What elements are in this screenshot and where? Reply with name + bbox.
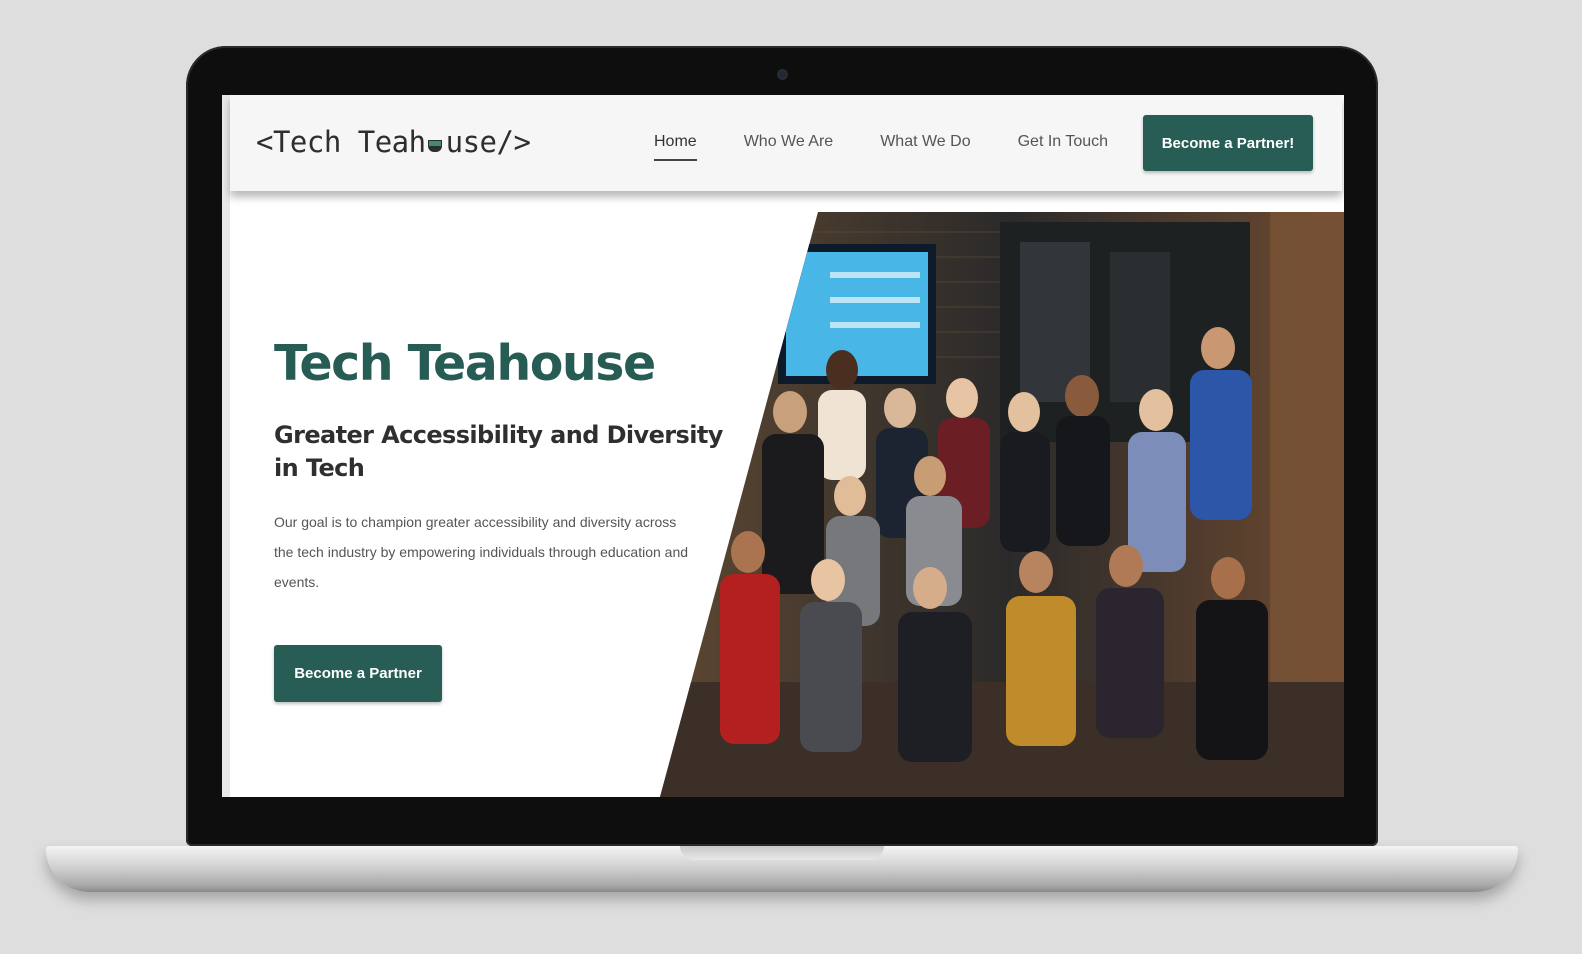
- main-nav: Home Who We Are What We Do Get In Touch: [654, 133, 1155, 161]
- hero-group-photo: [660, 212, 1344, 797]
- hero-title: Tech Teahouse: [274, 335, 656, 392]
- become-partner-hero-button[interactable]: Become a Partner: [274, 645, 442, 702]
- site-header: <Tech Teah use/> Home Who We Are What We…: [230, 95, 1342, 191]
- nav-home[interactable]: Home: [654, 133, 697, 161]
- nav-get-in-touch[interactable]: Get In Touch: [1018, 133, 1108, 157]
- logo-text-start: <Tech Teah: [256, 125, 426, 159]
- webcam-icon: [777, 69, 788, 80]
- teacup-icon: [427, 140, 442, 152]
- laptop-base-notch: [680, 846, 884, 860]
- logo-text-end: use/>: [445, 125, 531, 159]
- nav-who-we-are[interactable]: Who We Are: [744, 133, 834, 157]
- hero-description: Our goal is to champion greater accessib…: [274, 514, 689, 590]
- site-logo[interactable]: <Tech Teah use/>: [256, 125, 531, 159]
- nav-what-we-do[interactable]: What We Do: [880, 133, 970, 157]
- browser-screen: <Tech Teah use/> Home Who We Are What We…: [222, 95, 1344, 797]
- hero-subtitle: Greater Accessibility and Diversity in T…: [274, 421, 723, 482]
- screen-edge: [222, 95, 230, 797]
- become-partner-header-button[interactable]: Become a Partner!: [1143, 115, 1313, 171]
